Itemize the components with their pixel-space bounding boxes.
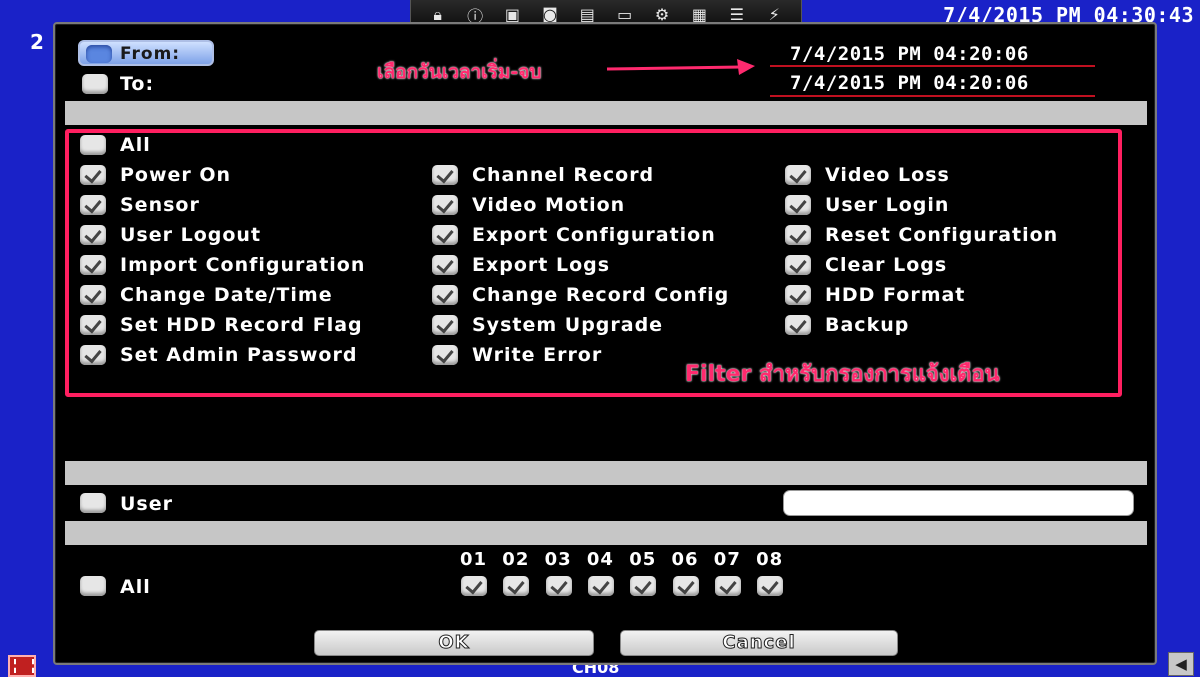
channel-number: 05 [629,549,657,570]
from-datetime-underline [770,65,1095,67]
event-label: Power On [120,164,232,186]
channel-number: 01 [460,549,488,570]
event-checkbox[interactable] [785,225,811,245]
event-label: Video Loss [825,164,950,186]
filter-all-checkbox[interactable] [80,135,106,155]
event-label: Set HDD Record Flag [120,314,363,336]
event-checkbox[interactable] [785,195,811,215]
event-checkbox[interactable] [432,285,458,305]
event-checkbox[interactable] [80,225,106,245]
event-checkbox[interactable] [80,255,106,275]
ok-button[interactable]: OK [314,630,594,656]
user-input[interactable] [783,490,1134,516]
event-checkbox[interactable] [80,345,106,365]
event-checkbox[interactable] [785,285,811,305]
event-label: User Logout [120,224,262,246]
event-checkbox[interactable] [80,285,106,305]
event-checkbox[interactable] [80,165,106,185]
event-checkbox[interactable] [432,165,458,185]
cancel-button[interactable]: Cancel [620,630,898,656]
channel-number: 06 [671,549,699,570]
to-radio-button[interactable] [82,74,108,94]
section-divider-user [65,461,1147,485]
event-log-search-dialog: From: To: เลือกวันเวลาเริ่ม-จบ 7/4/2015 … [53,22,1157,665]
event-label: Change Record Config [472,284,730,306]
event-label: Change Date/Time [120,284,333,306]
event-label: Reset Configuration [825,224,1059,246]
event-checkbox[interactable] [432,255,458,275]
section-divider-channels [65,521,1147,545]
channels-all-label: All [120,576,151,598]
channel-number: 02 [502,549,530,570]
to-label: To: [120,73,155,95]
channel-checkbox[interactable] [587,576,614,596]
event-checkbox[interactable] [432,195,458,215]
from-radio-indicator [86,45,112,63]
event-label: Clear Logs [825,254,948,276]
channel-number: 08 [756,549,784,570]
event-label: Backup [825,314,910,336]
channel-checkbox[interactable] [503,576,530,596]
event-label: Import Configuration [120,254,366,276]
user-label: User [120,493,173,515]
event-label: Sensor [120,194,200,216]
event-label: System Upgrade [472,314,664,336]
from-datetime-field[interactable]: 7/4/2015 PM 04:20:06 [790,43,1029,65]
filter-annotation: Filter สำหรับกรองการแจ้งเตือน [685,362,1000,387]
event-checkbox[interactable] [785,255,811,275]
annotation-arrow [606,59,755,75]
date-range-annotation: เลือกวันเวลาเริ่ม-จบ [377,61,542,83]
filter-all-label: All [120,134,151,156]
event-checkbox[interactable] [80,195,106,215]
from-radio-button[interactable]: From: [78,40,214,66]
channel-number: 04 [586,549,614,570]
event-label: HDD Format [825,284,966,306]
playback-film-icon[interactable] [8,655,36,677]
event-checkbox[interactable] [432,225,458,245]
event-label: Export Configuration [472,224,716,246]
channel-checkbox[interactable] [757,576,784,596]
channel-number: 03 [544,549,572,570]
event-checkbox[interactable] [432,315,458,335]
event-label: Set Admin Password [120,344,358,366]
channel-number: 07 [713,549,741,570]
user-checkbox[interactable] [80,493,106,513]
event-label: Channel Record [472,164,655,186]
from-label: From: [120,44,181,64]
to-datetime-underline [770,95,1095,97]
event-checkbox[interactable] [785,315,811,335]
to-datetime-field[interactable]: 7/4/2015 PM 04:20:06 [790,72,1029,94]
channel-checkbox[interactable] [714,576,741,596]
event-checkbox[interactable] [432,345,458,365]
channel-checkbox[interactable] [630,576,657,596]
channels-all-checkbox[interactable] [80,576,106,596]
channel-checkbox[interactable] [545,576,572,596]
channel-checkbox[interactable] [461,576,487,596]
section-divider-events [65,101,1147,125]
event-label: Video Motion [472,194,626,216]
event-checkbox[interactable] [80,315,106,335]
speaker-icon[interactable]: ◀ [1168,652,1194,676]
event-label: User Login [825,194,950,216]
event-label: Export Logs [472,254,611,276]
channel-checkbox[interactable] [672,576,699,596]
background-digit: 2 [30,30,44,54]
event-label: Write Error [472,344,603,366]
event-checkbox[interactable] [785,165,811,185]
